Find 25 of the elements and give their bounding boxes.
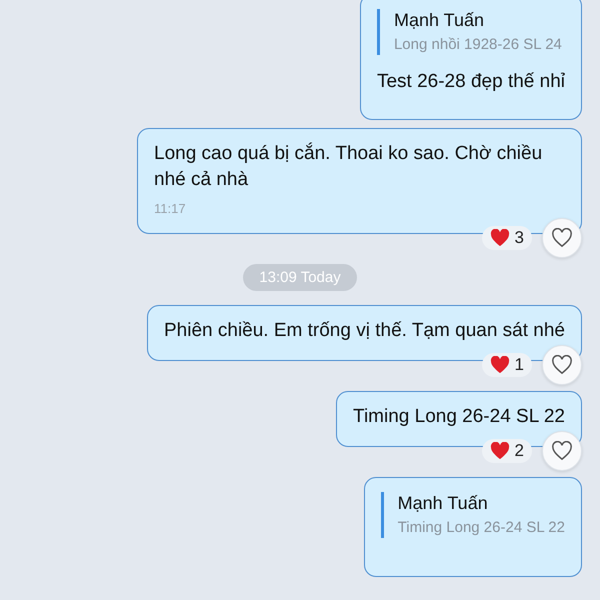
message-text: Timing Long 26-24 SL 22 xyxy=(353,405,565,429)
reaction-count[interactable]: 3 xyxy=(482,226,532,250)
quote-text: Long nhồi 1928-26 SL 24 xyxy=(394,35,563,55)
heart-icon xyxy=(551,355,573,375)
heart-icon xyxy=(551,441,573,461)
reaction-number: 1 xyxy=(514,355,524,375)
message-time: 11:17 xyxy=(154,201,187,217)
like-button[interactable] xyxy=(542,218,582,258)
quote-author: Mạnh Tuấn xyxy=(398,492,489,514)
like-button[interactable] xyxy=(542,431,582,471)
reaction-count[interactable]: 2 xyxy=(482,439,532,463)
heart-icon xyxy=(490,229,510,247)
heart-icon xyxy=(490,442,510,460)
date-separator: 13:09 Today xyxy=(243,264,357,291)
like-button[interactable] xyxy=(542,345,582,385)
reaction-count[interactable]: 1 xyxy=(482,353,532,377)
quote-author: Mạnh Tuấn xyxy=(394,9,486,31)
heart-icon xyxy=(551,228,573,248)
heart-icon xyxy=(490,356,510,374)
quote-text: Timing Long 26-24 SL 22 xyxy=(398,518,565,538)
reaction-number: 2 xyxy=(514,441,524,461)
reaction-number: 3 xyxy=(514,228,524,248)
message-text: Phiên chiều. Em trống vị thế. Tạm quan sát nhé xyxy=(164,319,565,343)
message-text: Long cao quá bị cắn. Thoai ko sao. Chờ chiều nhé cả nhà xyxy=(154,142,544,192)
message-text: Test 26-28 đẹp thế nhỉ xyxy=(376,70,565,94)
